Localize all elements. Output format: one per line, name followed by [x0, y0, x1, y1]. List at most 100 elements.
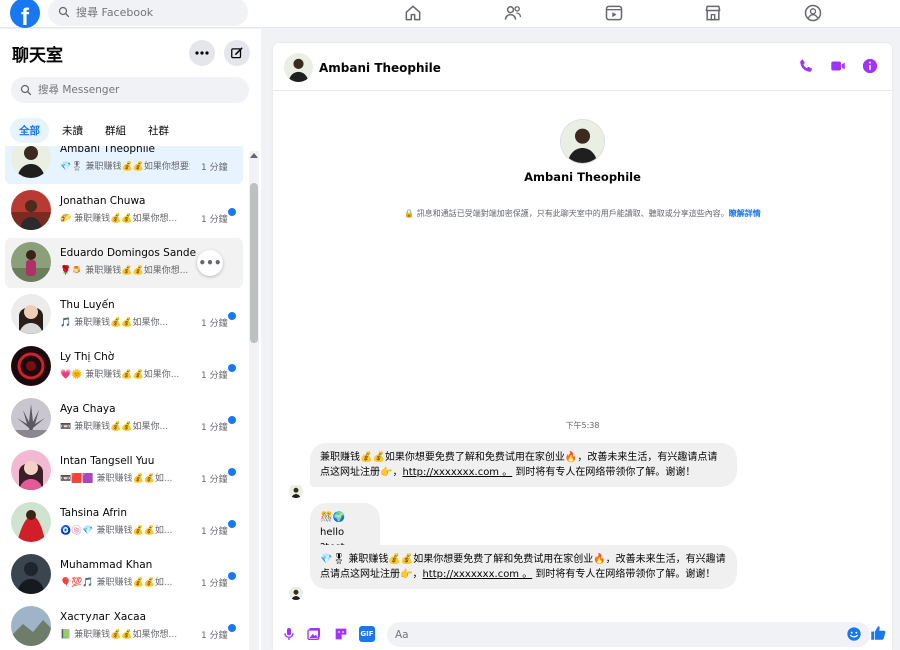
conversation-preview: 🎈💯🎵 兼职赚钱💰💰如... [60, 575, 190, 588]
conversation-name: Thu Luyến [60, 299, 115, 311]
sticker-icon[interactable] [333, 626, 349, 642]
avatar [11, 294, 51, 334]
phone-call-icon[interactable] [797, 57, 815, 75]
home-icon[interactable] [403, 3, 423, 23]
facebook-search-box[interactable] [48, 0, 248, 26]
conversation-item[interactable]: Muhammad Khan 🎈💯🎵 兼职赚钱💰💰如... 1 分鐘 [5, 550, 243, 600]
conversation-item[interactable]: Jonathan Chuwa 🌮 兼职赚钱💰💰如果你想... 1 分鐘 [5, 186, 243, 236]
microphone-icon[interactable] [281, 626, 297, 642]
chat-header: Ambani Theophile [273, 43, 892, 91]
scrollbar-thumb[interactable] [250, 183, 258, 343]
preview-text: 兼职赚钱💰💰如果你想... [74, 630, 178, 640]
photo-icon[interactable] [306, 626, 322, 642]
conversation-time: 1 分鐘 [201, 423, 228, 433]
conversation-name: Muhammad Khan [60, 559, 153, 571]
preview-emoji: 💎🎖 [60, 162, 83, 172]
unread-indicator [228, 520, 236, 528]
conversation-scrollbar[interactable] [249, 151, 259, 650]
preview-text: 兼职赚钱💰💰如果你... [74, 422, 169, 432]
conversation-more-button[interactable]: ••• [197, 250, 223, 276]
unread-indicator [228, 572, 236, 580]
chat-sidebar: 聊天室 全部 未讀 群組 社群 Ambani Theophile 💎🎖 兼职赚钱… [0, 29, 261, 650]
preview-emoji: 💗🌞 [60, 370, 83, 380]
profile-name: Ambani Theophile [524, 170, 641, 184]
preview-text: 兼职赚钱💰💰如果你想... [85, 266, 189, 276]
tab-communities[interactable]: 社群 [139, 118, 178, 143]
preview-text: 兼职赚钱💰💰如... [96, 474, 173, 484]
chat-contact-name[interactable]: Ambani Theophile [319, 61, 441, 75]
conversation-name: Eduardo Domingos Sande [60, 247, 197, 259]
preview-emoji: 🎈💯🎵 [60, 578, 94, 588]
conversation-preview: 🧿🍥💎 兼职赚钱💰💰如... [60, 523, 190, 536]
marketplace-icon[interactable] [703, 3, 723, 23]
message-link[interactable]: http://xxxxxxx.com 。 [422, 569, 532, 580]
new-message-button[interactable] [224, 40, 250, 66]
facebook-search-input[interactable] [76, 5, 236, 19]
message-input-box[interactable] [387, 622, 870, 647]
avatar [11, 146, 51, 178]
conversation-item[interactable]: Tahsina Afrin 🧿🍥💎 兼职赚钱💰💰如... 1 分鐘 [5, 498, 243, 548]
messenger-search-input[interactable] [38, 84, 238, 96]
avatar [11, 346, 51, 386]
sender-avatar [289, 484, 303, 498]
conversation-list: Ambani Theophile 💎🎖 兼职赚钱💰💰如果你想要免费 1 分鐘 J… [0, 146, 248, 650]
encryption-notice-text: 🔒 訊息和通話已受端對端加密保護，只有此聊天室中的用戶能讀取、聽取或分享這些內容… [404, 209, 729, 218]
sender-avatar [289, 586, 303, 600]
filter-tabs: 全部 未讀 群組 社群 [10, 118, 178, 143]
conversation-preview: 💗🌞 兼职赚钱💰💰如果你... [60, 367, 190, 380]
conversation-time: 1 分鐘 [201, 631, 228, 641]
conversation-time: 1 分鐘 [201, 527, 228, 537]
learn-more-link[interactable]: 瞭解詳情 [729, 209, 761, 218]
friends-icon[interactable] [503, 3, 523, 23]
tab-unread[interactable]: 未讀 [53, 118, 92, 143]
scroll-up-arrow-icon[interactable] [250, 153, 258, 158]
groups-icon[interactable] [803, 3, 823, 23]
conversation-name: Хастулаг Хасаа [60, 611, 146, 623]
preview-emoji: 📼 [60, 422, 72, 432]
conversation-preview: 🌹🍮 兼职赚钱💰💰如果你想... [60, 263, 190, 276]
message-input[interactable] [395, 628, 815, 641]
conversation-item[interactable]: Aya Chaya 📼 兼职赚钱💰💰如果你... 1 分鐘 [5, 394, 243, 444]
avatar[interactable] [284, 53, 313, 82]
more-options-icon: ••• [198, 256, 222, 270]
top-navigation-bar: f [0, 0, 900, 28]
preview-emoji: 🌮 [60, 214, 72, 224]
avatar [11, 502, 51, 542]
preview-emoji: 🎵 [60, 318, 72, 328]
message-bubble[interactable]: 💎🎖 兼职赚钱💰💰如果你想要免费了解和免费试用在家创业🔥，改善未来生活，有兴趣请… [310, 545, 737, 589]
message-text: 到时将有专人在网络带领你了解。谢谢！ [532, 569, 716, 580]
info-icon[interactable] [861, 57, 879, 75]
message-composer: GIF [273, 619, 892, 650]
conversation-item[interactable]: Thu Luyến 🎵 兼职赚钱💰💰如果你... 1 分鐘 [5, 290, 243, 340]
message-link[interactable]: http://xxxxxxx.com 。 [402, 467, 512, 478]
preview-text: 兼职赚钱💰💰如... [96, 526, 173, 536]
video-call-icon[interactable] [829, 57, 847, 75]
profile-avatar[interactable] [561, 120, 604, 163]
messenger-search-box[interactable] [11, 77, 249, 103]
avatar [11, 606, 51, 646]
conversation-item[interactable]: Хастулаг Хасаа 📗 兼职赚钱💰💰如果你想... 1 分鐘 [5, 602, 243, 650]
tab-all[interactable]: 全部 [10, 118, 49, 143]
conversation-time: 1 分鐘 [201, 371, 228, 381]
conversation-item[interactable]: Ambani Theophile 💎🎖 兼职赚钱💰💰如果你想要免费 1 分鐘 [5, 146, 243, 184]
gif-icon[interactable]: GIF [359, 626, 375, 642]
avatar [11, 398, 51, 438]
conversation-preview: 📼🟥🟪 兼职赚钱💰💰如... [60, 471, 190, 484]
options-button[interactable] [189, 40, 215, 66]
unread-indicator [228, 364, 236, 372]
sidebar-title: 聊天室 [12, 46, 63, 66]
more-options-icon [195, 51, 209, 55]
message-timestamp: 下午5:38 [565, 421, 600, 430]
conversation-item[interactable]: Ly Thị Chờ 💗🌞 兼职赚钱💰💰如果你... 1 分鐘 [5, 342, 243, 392]
conversation-item[interactable]: Intan Tangsell Yuu 📼🟥🟪 兼职赚钱💰💰如... 1 分鐘 [5, 446, 243, 496]
watch-video-icon[interactable] [604, 3, 624, 23]
emoji-icon[interactable] [846, 626, 862, 642]
unread-indicator [228, 312, 236, 320]
message-bubble[interactable]: 兼职赚钱💰💰如果你想要免费了解和免费试用在家创业🔥，改善未来生活，有兴趣请点请点… [310, 443, 737, 487]
thumbs-up-icon[interactable] [869, 624, 887, 642]
preview-emoji: 🧿🍥💎 [60, 526, 94, 536]
facebook-logo[interactable]: f [10, 0, 40, 28]
tab-groups[interactable]: 群組 [96, 118, 135, 143]
avatar [11, 242, 51, 282]
conversation-item[interactable]: Eduardo Domingos Sande 🌹🍮 兼职赚钱💰💰如果你想... … [5, 238, 243, 288]
